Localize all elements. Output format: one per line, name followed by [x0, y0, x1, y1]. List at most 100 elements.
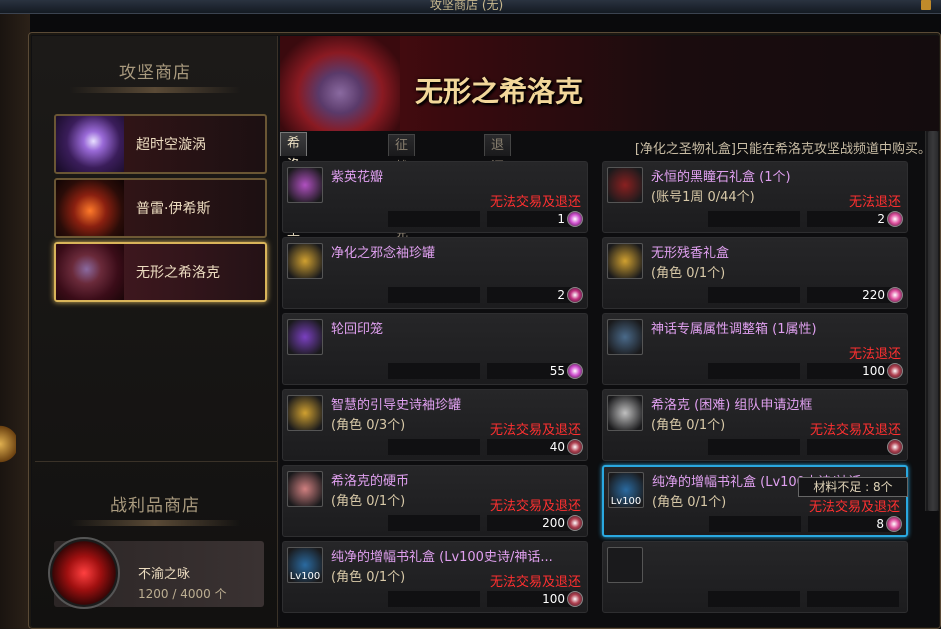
loot-shop-card[interactable]: 不渝之咏 1200 / 4000 个: [48, 537, 264, 609]
item-limit: (角色 0/1个): [651, 418, 726, 433]
window-title: 攻坚商店 (无): [430, 0, 504, 12]
shop-item[interactable]: 轮回印笼 55: [282, 313, 588, 385]
shop-item[interactable]: 希洛克 (困难) 组队申请边框 (角色 0/1个) 无法交易及退还: [602, 389, 908, 461]
shop-item[interactable]: 永恒的黑瞳石礼盒 (1个) (账号1周 0/44个) 无法退还 2: [602, 161, 908, 233]
empty-slot-icon: [607, 547, 643, 583]
item-trade-warning: 无法交易及退还: [809, 423, 901, 438]
divider: [35, 461, 278, 462]
item-limit: (角色 0/3个): [331, 418, 406, 433]
cost-slot: [388, 287, 480, 303]
item-name: 无形残香礼盒: [651, 246, 730, 261]
cost-slot: [487, 211, 579, 227]
item-name: 神话专属属性调整箱 (1属性): [651, 322, 817, 337]
item-price: 2: [557, 288, 565, 302]
shop-item[interactable]: 智慧的引导史诗袖珍罐 (角色 0/3个) 无法交易及退还 40: [282, 389, 588, 461]
item-name: 希洛克的硬币: [331, 474, 410, 489]
shop-item[interactable]: Lv100 纯净的增幅书礼盒 (Lv100史诗/神话... (角色 0/1个) 无法交…: [602, 465, 908, 537]
item-trade-warning: 无法交易及退还: [489, 499, 581, 514]
material-tooltip: 材料不足 : 8个: [798, 477, 908, 497]
shop-item[interactable]: 无形残香礼盒 (角色 0/1个) 220: [602, 237, 908, 309]
shop-item[interactable]: 希洛克的硬币 (角色 0/1个) 无法交易及退还 200: [282, 465, 588, 537]
item-name: 智慧的引导史诗袖珍罐: [331, 398, 462, 413]
epic-jar-icon: [287, 395, 323, 431]
tab-siroco-raid[interactable]: 希洛克攻坚战: [280, 132, 308, 261]
coin-icon: [287, 471, 323, 507]
frame-card-icon: [607, 395, 643, 431]
cost-slot: [388, 363, 480, 379]
currency-icon: [887, 211, 903, 227]
item-name: 紫英花瓣: [331, 170, 384, 185]
sidebar-item-label: 超时空漩涡: [136, 137, 206, 153]
item-name: 纯净的增幅书礼盒 (Lv100史诗/神话...: [331, 550, 553, 565]
sidebar-item-npc-1[interactable]: 超时空漩涡: [54, 114, 267, 174]
item-price: 8: [876, 517, 884, 531]
reincarnation-seal-icon: [287, 319, 323, 355]
icon-caption: Lv100: [289, 571, 321, 582]
cost-slot: [708, 591, 800, 607]
item-trade-warning: 无法退还: [848, 347, 901, 362]
cost-slot: [807, 591, 899, 607]
loot-section-label: 战利品商店: [110, 496, 200, 516]
tab-siroco-campaign[interactable]: 征战希洛克: [388, 134, 416, 241]
cost-slot: [807, 363, 899, 379]
sidebar-item-label: 无形之希洛克: [136, 265, 220, 281]
shop-main: 无形之希洛克 希洛克攻坚战 征战希洛克 退还 [净化之圣物礼盒]只能在希洛克攻坚…: [280, 36, 939, 627]
currency-icon: [887, 287, 903, 303]
item-name: 净化之邪念袖珍罐: [331, 246, 436, 261]
sidebar-item-label: 普雷·伊希斯: [136, 201, 211, 217]
title-ornament: [70, 87, 240, 93]
item-limit: (角色 0/1个): [331, 494, 406, 509]
item-price: 100: [862, 364, 885, 378]
item-name: 轮回印笼: [331, 322, 384, 337]
loot-count: 1200 / 4000 个: [138, 587, 227, 601]
gift-box-icon: [607, 243, 643, 279]
sidebar-item-npc-2[interactable]: 普雷·伊希斯: [54, 178, 267, 238]
item-trade-warning: 无法交易及退还: [489, 423, 581, 438]
item-price: 220: [862, 288, 885, 302]
shop-item[interactable]: 净化之邪念袖珍罐 2: [282, 237, 588, 309]
npc-banner: 无形之希洛克: [280, 36, 939, 131]
tab-refund[interactable]: 退还: [484, 134, 512, 175]
item-limit: (角色 0/1个): [331, 570, 406, 585]
shop-item[interactable]: 神话专属属性调整箱 (1属性) 无法退还 100: [602, 313, 908, 385]
item-price: 55: [549, 364, 565, 378]
shop-item-empty[interactable]: [602, 541, 908, 613]
close-icon[interactable]: [921, 0, 931, 10]
purple-petal-icon: [287, 167, 323, 203]
currency-icon: [567, 211, 583, 227]
cost-slot: [487, 287, 579, 303]
item-trade-warning: 无法退还: [848, 195, 901, 210]
currency-icon: [567, 363, 583, 379]
cost-slot: [807, 211, 899, 227]
item-price: 40: [549, 440, 565, 454]
cost-slot: [487, 439, 579, 455]
sidebar-item-npc-3[interactable]: 无形之希洛克: [54, 242, 267, 302]
loot-section-title: 战利品商店: [32, 491, 278, 526]
item-price: 2: [877, 212, 885, 226]
item-limit: (角色 0/1个): [651, 266, 726, 281]
cost-slot: [708, 287, 800, 303]
currency-icon: [886, 516, 902, 532]
currency-icon: [567, 591, 583, 607]
cost-slot: [709, 516, 801, 532]
shop-item[interactable]: Lv100 纯净的增幅书礼盒 (Lv100史诗/神话... (角色 0/1个) 无法交…: [282, 541, 588, 613]
window-titlebar: 攻坚商店 (无): [0, 0, 941, 14]
amplify-book-box-icon: Lv100: [287, 547, 323, 583]
vortex-portrait-icon: [56, 116, 124, 172]
purchase-notice: [净化之圣物礼盒]只能在希洛克攻坚战频道中购买。: [634, 142, 931, 157]
side-orb-icon: [0, 424, 16, 464]
icon-caption: Lv100: [610, 496, 642, 507]
siroco-portrait-icon: [56, 244, 124, 300]
item-name: 希洛克 (困难) 组队申请边框: [651, 398, 813, 413]
item-trade-warning: 无法交易及退还: [489, 195, 581, 210]
currency-icon: [567, 287, 583, 303]
isis-portrait-icon: [56, 180, 124, 236]
mythic-box-icon: [607, 319, 643, 355]
shop-item[interactable]: 紫英花瓣 无法交易及退还 1: [282, 161, 588, 233]
currency-icon: [567, 515, 583, 531]
currency-icon: [887, 439, 903, 455]
cost-slot: [708, 363, 800, 379]
title-ornament: [70, 520, 240, 526]
item-trade-warning: 无法交易及退还: [489, 575, 581, 590]
currency-icon: [567, 439, 583, 455]
